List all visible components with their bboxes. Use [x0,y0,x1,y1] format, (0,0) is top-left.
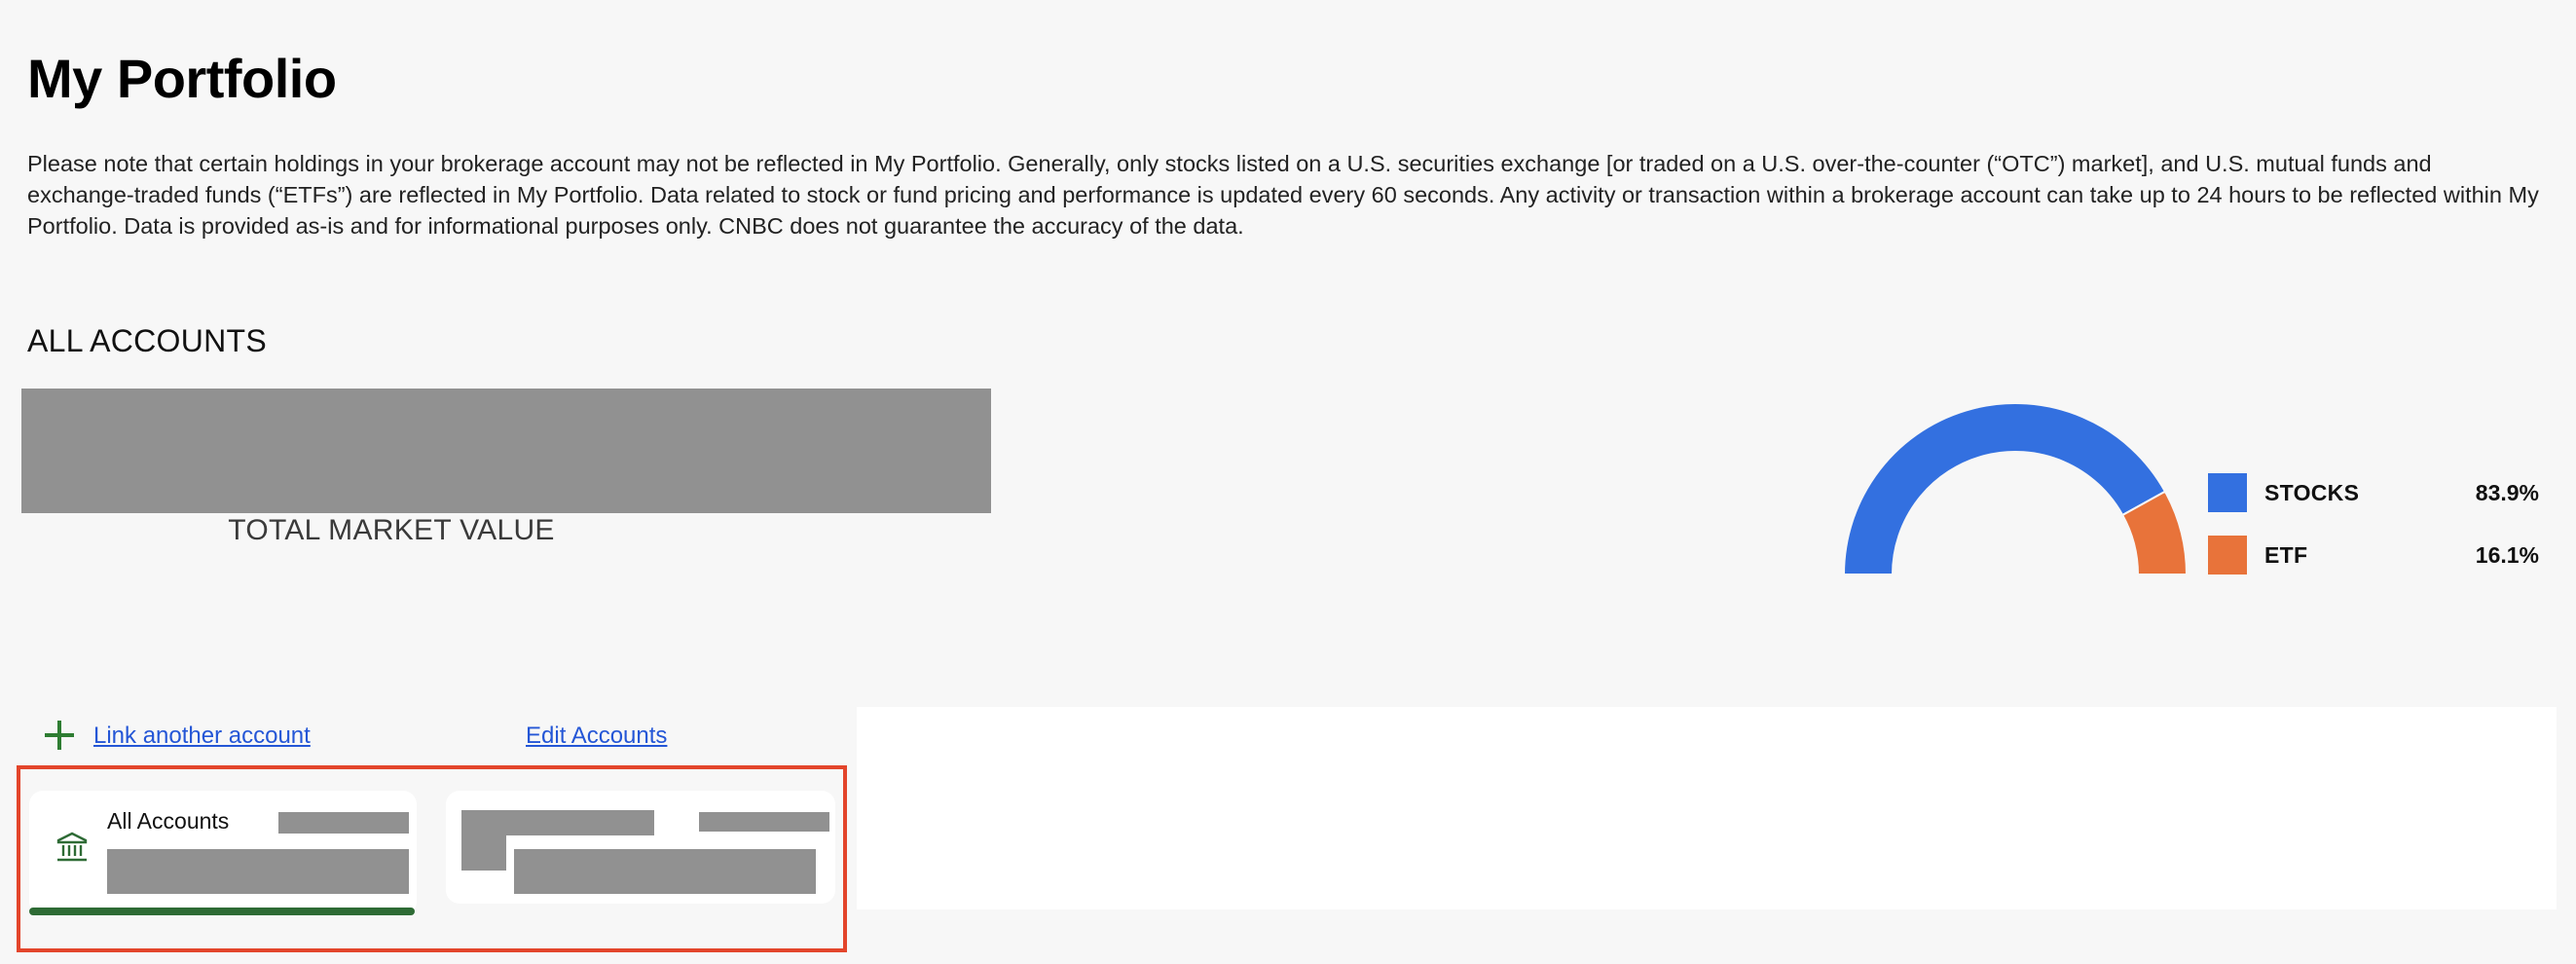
redacted-value [699,812,829,832]
page-title: My Portfolio [27,48,337,109]
allocation-donut-chart [1842,402,2189,575]
legend-item-etf: ETF 16.1% [2208,536,2539,575]
account-details-panel [857,707,2557,909]
account-card-all[interactable]: All Accounts [29,791,417,915]
legend-swatch-stocks [2208,473,2247,512]
redacted-total-value [21,389,991,513]
redacted-value [107,849,409,894]
legend-swatch-etf [2208,536,2247,575]
redacted-value [278,812,409,834]
bank-icon [56,832,88,862]
allocation-legend: STOCKS 83.9% ETF 16.1% [2208,473,2539,598]
legend-item-stocks: STOCKS 83.9% [2208,473,2539,512]
portfolio-page: My Portfolio Please note that certain ho… [0,0,2576,964]
donut-slice-stocks [1842,402,2167,575]
total-market-value-label: TOTAL MARKET VALUE [228,514,555,546]
legend-label: ETF [2264,541,2308,568]
disclaimer-text: Please note that certain holdings in you… [27,151,2539,239]
selected-account-indicator [29,908,415,915]
redacted-value [514,849,816,894]
redacted-icon [461,835,506,871]
legend-label: STOCKS [2264,479,2360,505]
legend-percent: 83.9% [2475,479,2539,505]
legend-percent: 16.1% [2475,541,2539,568]
account-card[interactable] [446,791,835,904]
account-card-label: All Accounts [107,808,230,834]
section-title: ALL ACCOUNTS [27,323,268,358]
plus-icon[interactable] [45,721,74,750]
link-another-account-link[interactable]: Link another account [93,723,311,750]
redacted-account-name [461,810,654,835]
edit-accounts-link[interactable]: Edit Accounts [526,723,667,750]
